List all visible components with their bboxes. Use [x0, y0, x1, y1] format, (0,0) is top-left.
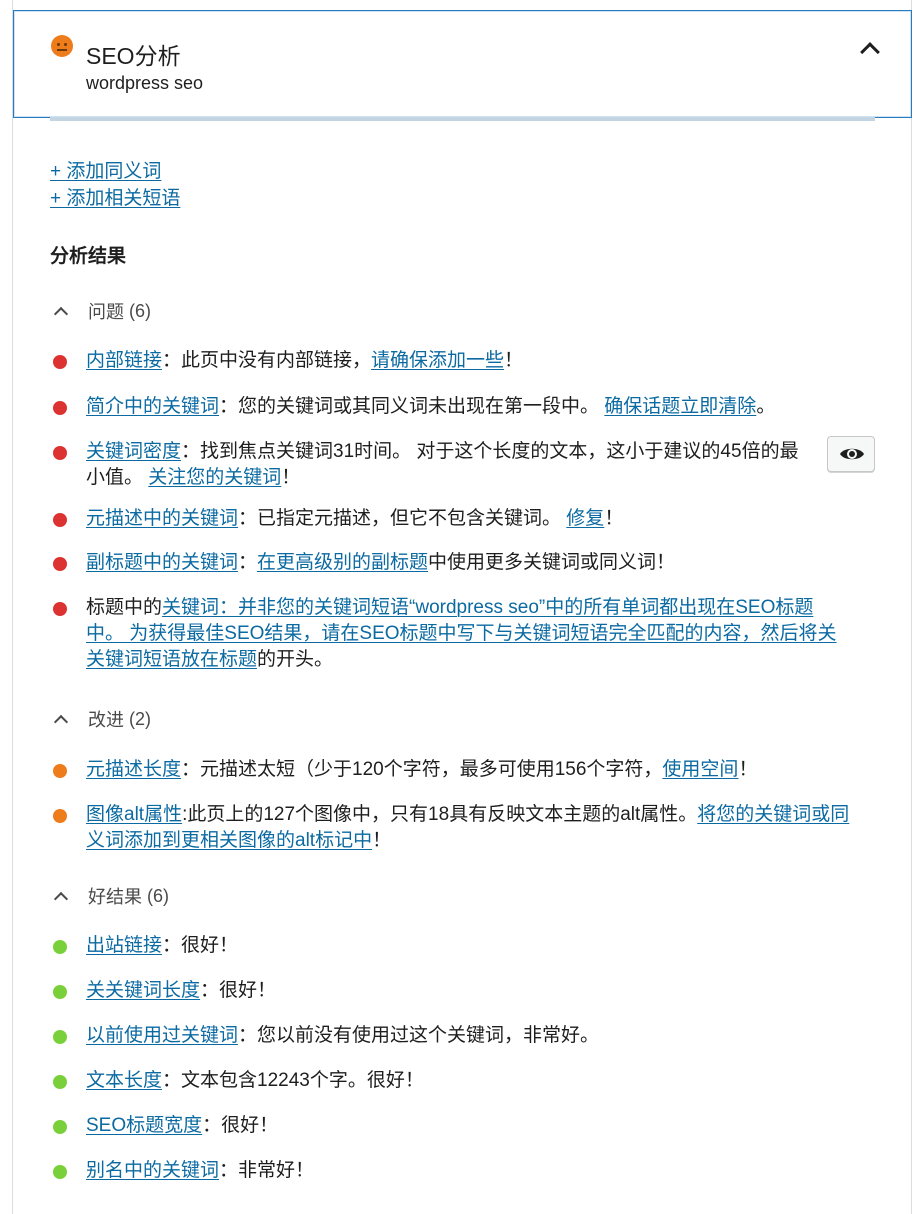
result-link[interactable]: 别名中的关键词 [86, 1160, 219, 1181]
result-text-tail: 。 [756, 396, 776, 417]
result-text-tail: ！ [281, 467, 301, 488]
chevron-up-icon [53, 306, 69, 322]
good-status-dot [53, 1165, 67, 1179]
result-item: 以前使用过关键词：您以前没有使用过这个关键词，非常好。 [50, 1023, 850, 1049]
chevron-up-icon [53, 714, 69, 730]
result-item: 副标题中的关键词：在更高级别的副标题中使用更多关键词或同义词！ [50, 550, 850, 576]
result-fix-link[interactable]: 在更高级别的副标题 [257, 552, 428, 573]
result-text-tail: 中使用更多关键词或同义词！ [428, 552, 676, 573]
result-link[interactable]: 元描述长度 [86, 759, 181, 780]
result-item: 元描述长度：元描述太短（少于120个字符，最多可使用156个字符，使用空间！ [50, 757, 850, 783]
result-text: ：您以前没有使用过这个关键词，非常好。 [238, 1025, 600, 1046]
result-text-tail: ！ [372, 830, 392, 851]
result-link[interactable]: 出站链接 [86, 935, 162, 956]
result-link[interactable]: 图像alt属性 [86, 804, 182, 825]
chevron-up-icon [53, 891, 69, 907]
result-item: 文本长度：文本包含12243个字。很好！ [50, 1068, 850, 1094]
seo-analysis-panel-header[interactable]: SEO分析 wordpress seo [13, 10, 912, 118]
good-status-dot [53, 940, 67, 954]
result-item: 元描述中的关键词：已指定元描述，但它不包含关键词。 修复！ [50, 506, 850, 532]
result-link[interactable]: 关关键词长度 [86, 980, 200, 1001]
group-count: (6) [129, 300, 152, 321]
result-text-tail: ！ [738, 759, 758, 780]
preview-toggle-button[interactable] [827, 436, 875, 472]
result-text-tail: ！ [604, 508, 624, 529]
result-link[interactable]: 简介中的关键词 [86, 396, 219, 417]
bad-status-dot [53, 355, 67, 369]
result-text: ：很好！ [200, 980, 277, 1001]
add-synonym-link[interactable]: + 添加同义词 [50, 158, 180, 185]
ok-status-dot [53, 809, 67, 823]
page-border-left [12, 0, 13, 1214]
eye-icon [840, 448, 864, 460]
result-link[interactable]: 关键词：并非您的关键词短语“wordpress seo”中的所有单词都出现在SE… [86, 597, 837, 670]
result-text-tail: ！ [504, 350, 524, 371]
bad-status-dot [53, 401, 67, 415]
group-label: 改进 [88, 710, 124, 730]
header-divider [50, 117, 875, 121]
result-text: ：很好！ [202, 1115, 279, 1136]
result-link[interactable]: 内部链接 [86, 350, 162, 371]
result-item: SEO标题宽度：很好！ [50, 1113, 850, 1139]
bad-status-dot [53, 557, 67, 571]
result-fix-link[interactable]: 请确保添加一些 [371, 350, 504, 371]
result-item: 关键词密度：找到焦点关键词31时间。 对于这个长度的文本，这小于建议的45倍的最… [50, 439, 810, 491]
neutral-face-icon [51, 35, 73, 57]
result-item: 内部链接：此页中没有内部链接，请确保添加一些！ [50, 348, 850, 374]
result-item: 标题中的关键词：并非您的关键词短语“wordpress seo”中的所有单词都出… [50, 595, 850, 673]
result-text: :此页上的127个图像中，只有18具有反映文本主题的alt属性。 [182, 804, 698, 825]
add-related-phrase-link[interactable]: + 添加相关短语 [50, 185, 180, 212]
ok-status-dot [53, 764, 67, 778]
result-text: ：元描述太短（少于120个字符，最多可使用156个字符， [181, 759, 663, 780]
result-text: ：非常好！ [219, 1160, 315, 1181]
result-item: 简介中的关键词：您的关键词或其同义词未出现在第一段中。 确保话题立即清除。 [50, 394, 850, 420]
page-border-right [911, 0, 912, 1214]
good-status-dot [53, 1120, 67, 1134]
good-status-dot [53, 985, 67, 999]
result-fix-link[interactable]: 关注您的关键词 [148, 467, 281, 488]
chevron-up-icon[interactable] [860, 42, 880, 62]
result-text: ：文本包含12243个字。很好！ [162, 1070, 424, 1091]
result-link[interactable]: 关键词密度 [86, 441, 181, 462]
group-toggle-improvements[interactable]: 改进 (2) [50, 706, 151, 732]
result-fix-link[interactable]: 修复 [566, 508, 604, 529]
result-item: 出站链接：很好！ [50, 933, 850, 959]
result-link[interactable]: 元描述中的关键词 [86, 508, 238, 529]
bad-status-dot [53, 513, 67, 527]
panel-subtitle: wordpress seo [86, 73, 204, 93]
result-text: ： [238, 552, 258, 573]
result-link[interactable]: 副标题中的关键词 [86, 552, 238, 573]
result-link[interactable]: 文本长度 [86, 1070, 162, 1091]
group-toggle-problems[interactable]: 问题 (6) [50, 298, 151, 324]
result-text-pre: 标题中的 [86, 597, 163, 618]
result-link[interactable]: SEO标题宽度 [86, 1115, 202, 1136]
result-fix-link[interactable]: 确保话题立即清除 [604, 396, 756, 417]
result-text-tail: 的开头。 [257, 649, 334, 670]
result-item: 图像alt属性:此页上的127个图像中，只有18具有反映文本主题的alt属性。将… [50, 802, 850, 854]
group-count: (2) [129, 708, 152, 729]
good-status-dot [53, 1075, 67, 1089]
result-item: 关关键词长度：很好！ [50, 978, 850, 1004]
add-keyword-links: + 添加同义词 + 添加相关短语 [50, 158, 180, 212]
group-toggle-good-results[interactable]: 好结果 (6) [50, 883, 169, 909]
group-label: 好结果 [88, 887, 142, 907]
analysis-results-title: 分析结果 [50, 246, 127, 267]
result-fix-link[interactable]: 使用空间 [662, 759, 738, 780]
result-item: 别名中的关键词：非常好！ [50, 1158, 850, 1184]
bad-status-dot [53, 602, 67, 616]
result-text: ：您的关键词或其同义词未出现在第一段中。 [219, 396, 605, 417]
group-label: 问题 [88, 302, 124, 322]
result-text: ：此页中没有内部链接， [162, 350, 372, 371]
result-link[interactable]: 以前使用过关键词 [86, 1025, 238, 1046]
result-text: ：很好！ [162, 935, 239, 956]
panel-title: SEO分析 [86, 43, 181, 69]
good-status-dot [53, 1030, 67, 1044]
group-count: (6) [147, 885, 170, 906]
result-text: ：已指定元描述，但它不包含关键词。 [238, 508, 567, 529]
bad-status-dot [53, 446, 67, 460]
